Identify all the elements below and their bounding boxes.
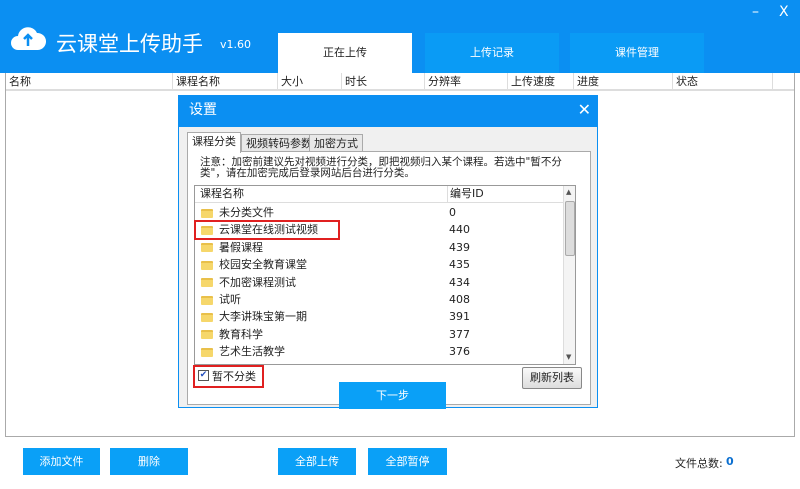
tab-transcode[interactable]: 视频转码参数 — [241, 134, 317, 152]
list-scrollbar[interactable]: ▲ ▼ — [563, 186, 575, 364]
folder-icon — [201, 330, 213, 340]
col-name[interactable]: 名称 — [6, 73, 173, 90]
col-progress[interactable]: 进度 — [574, 73, 673, 90]
course-name: 大李讲珠宝第一期 — [219, 310, 307, 324]
upload-all-button[interactable]: 全部上传 — [278, 448, 356, 475]
minimize-button[interactable]: – — [752, 4, 759, 20]
list-item[interactable]: 教育科学 377 — [195, 326, 565, 343]
app-version: v1.60 — [220, 38, 252, 51]
cloud-upload-icon — [11, 27, 46, 50]
tab-course-category[interactable]: 课程分类 — [187, 132, 241, 153]
app-title: 云课堂上传助手 — [56, 32, 203, 56]
list-item[interactable]: 艺术生活教学 376 — [195, 343, 565, 360]
course-id: 376 — [449, 345, 470, 359]
col-duration[interactable]: 时长 — [342, 73, 425, 90]
course-name: 未分类文件 — [219, 206, 274, 219]
scroll-down-icon[interactable]: ▼ — [566, 353, 571, 361]
folder-icon — [201, 278, 213, 288]
course-id: 377 — [449, 327, 470, 341]
col-course[interactable]: 课程名称 — [173, 73, 278, 90]
list-header-id[interactable]: 编号ID — [447, 186, 484, 202]
highlight-box — [193, 365, 264, 388]
course-name: 校园安全教育课堂 — [219, 258, 307, 272]
list-item[interactable]: 大李讲珠宝第一期 391 — [195, 308, 565, 325]
folder-icon — [201, 312, 213, 322]
folder-icon — [201, 295, 213, 305]
course-name: 暑假课程 — [219, 240, 263, 254]
course-id: 434 — [449, 275, 470, 289]
list-header: 课程名称 编号ID — [195, 186, 565, 203]
notice-text: 注意：加密前建议先对视频进行分类，即把视频归入某个课程。若选中"暂不分类"，请在… — [200, 156, 562, 179]
settings-dialog: 设置 ✕ 课程分类 视频转码参数 加密方式 注意：加密前建议先对视频进行分类，即… — [178, 95, 598, 409]
highlight-box — [194, 220, 340, 240]
course-id: 439 — [449, 240, 470, 254]
dialog-title-text: 设置 — [189, 102, 217, 118]
list-item[interactable]: 暑假课程 439 — [195, 239, 565, 256]
course-id: 391 — [449, 310, 470, 324]
list-item[interactable]: 不加密课程测试 434 — [195, 274, 565, 291]
course-name: 不加密课程测试 — [219, 275, 296, 289]
course-id: 408 — [449, 293, 470, 306]
course-id: 0 — [449, 206, 456, 219]
folder-icon — [201, 208, 213, 218]
delete-button[interactable]: 删除 — [110, 448, 188, 475]
scroll-up-icon[interactable]: ▲ — [566, 188, 571, 196]
course-name: 艺术生活教学 — [219, 345, 285, 359]
course-list: 课程名称 编号ID 未分类文件 0 云课堂在线测试视频 440 暑假课程 439 校园安全教… — [194, 185, 576, 365]
folder-icon — [201, 243, 213, 253]
list-header-name[interactable]: 课程名称 — [200, 186, 244, 202]
folder-icon — [201, 347, 213, 357]
dialog-title: 设置 — [179, 96, 597, 127]
file-total-label: 文件总数: — [675, 457, 723, 470]
add-file-button[interactable]: 添加文件 — [23, 448, 100, 475]
course-name: 试听 — [219, 293, 241, 306]
course-id: 435 — [449, 258, 470, 272]
col-speed[interactable]: 上传速度 — [508, 73, 574, 90]
close-button[interactable]: X — [779, 4, 789, 20]
app-header: 云课堂上传助手 v1.60 – X 正在上传 上传记录 课件管理 — [0, 0, 800, 73]
tab-encryption[interactable]: 加密方式 — [309, 134, 363, 152]
tab-upload-history[interactable]: 上传记录 — [425, 33, 559, 73]
list-item[interactable]: 未分类文件 0 — [195, 204, 565, 221]
next-step-button[interactable]: 下一步 — [339, 382, 446, 409]
list-item[interactable]: 校园安全教育课堂 435 — [195, 256, 565, 273]
pause-all-button[interactable]: 全部暂停 — [368, 448, 447, 475]
course-name: 教育科学 — [219, 327, 263, 341]
tab-courseware[interactable]: 课件管理 — [570, 33, 704, 73]
course-id: 440 — [449, 223, 470, 237]
scroll-thumb[interactable] — [565, 201, 575, 256]
folder-icon — [201, 260, 213, 270]
tab-uploading[interactable]: 正在上传 — [278, 33, 412, 73]
refresh-list-button[interactable]: 刷新列表 — [522, 367, 582, 389]
table-header: 名称 课程名称 大小 时长 分辨率 上传速度 进度 状态 — [6, 73, 794, 91]
col-size[interactable]: 大小 — [278, 73, 342, 90]
file-total-value: 0 — [726, 455, 734, 468]
category-panel: 注意：加密前建议先对视频进行分类，即把视频归入某个课程。若选中"暂不分类"，请在… — [187, 151, 591, 409]
dialog-close-icon[interactable]: ✕ — [578, 100, 591, 119]
list-item[interactable]: 试听 408 — [195, 291, 565, 308]
col-resolution[interactable]: 分辨率 — [425, 73, 508, 90]
col-status[interactable]: 状态 — [673, 73, 773, 90]
